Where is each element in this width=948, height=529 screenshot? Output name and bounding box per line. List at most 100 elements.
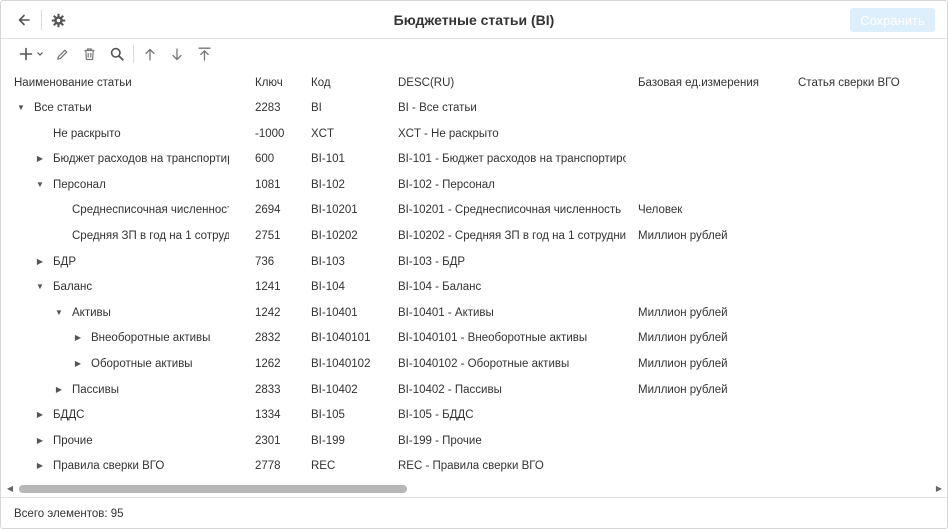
tree-expand-icon[interactable]: ▶ [35, 256, 45, 268]
row-desc: BI-101 - Бюджет расходов на транспортиро [398, 153, 626, 166]
add-button[interactable] [17, 44, 45, 64]
tree-expand-icon[interactable]: ▶ [35, 153, 45, 165]
tree-expand-icon[interactable]: ▶ [35, 409, 45, 421]
column-header-desc[interactable]: DESC(RU) [398, 77, 454, 89]
row-key: 1081 [255, 178, 281, 191]
column-header-key[interactable]: Ключ [255, 77, 283, 89]
row-unit: Миллион рублей [638, 306, 728, 319]
save-button[interactable]: Сохранить [850, 8, 935, 32]
table-row[interactable]: Средняя ЗП в год на 1 сотрудн 2751 BI-1020… [1, 224, 947, 249]
row-desc: BI-103 - БДР [398, 255, 466, 268]
column-header-vgo[interactable]: Статья сверки ВГО [798, 77, 900, 89]
table-row[interactable]: ▶ БДР 736 BI-103 BI-103 - БДР [1, 250, 947, 275]
arrow-up-icon [145, 48, 155, 61]
row-desc: BI-1040102 - Оборотные активы [398, 358, 570, 370]
table-row[interactable]: ▼ Баланс 1241 BI-104 BI-104 - Баланс [1, 275, 947, 300]
toolbar-divider [133, 45, 134, 63]
scroll-left-icon[interactable]: ◀ [5, 484, 15, 494]
row-code: XCT [311, 127, 334, 140]
table-row[interactable]: ▶ Оборотные активы 1262 BI-1040102 BI-104010… [1, 352, 947, 377]
page-title: Бюджетные статьи (BI) [393, 12, 555, 28]
tree-table-body: ▼ Все статьи 2283 BI BI - Все статьи Не раскр… [1, 96, 947, 480]
row-name: Правила сверки ВГО [53, 460, 165, 473]
table-row[interactable]: ▶ Прочие 2301 BI-199 BI-199 - Прочие [1, 429, 947, 454]
table-row[interactable]: ▼ Все статьи 2283 BI BI - Все статьи [1, 96, 947, 121]
row-code: BI-1040102 [311, 358, 371, 370]
row-key: 736 [255, 255, 275, 268]
move-to-top-icon [197, 47, 211, 61]
window-frame: Бюджетные статьи (BI) Сохранить Наименов… [0, 0, 948, 529]
column-header-unit[interactable]: Базовая ед.измерения [638, 77, 759, 89]
table-row[interactable]: ▶ Внеоборотные активы 2832 BI-1040101 BI-104… [1, 326, 947, 351]
move-to-top-button[interactable] [195, 44, 213, 64]
row-name: Баланс [53, 281, 93, 294]
row-name: Пассивы [72, 383, 119, 396]
column-header-name[interactable]: Наименование статьи [14, 77, 132, 89]
scroll-right-icon[interactable]: ▶ [934, 484, 944, 494]
tree-collapse-icon[interactable]: ▼ [54, 307, 64, 319]
tree-expand-icon[interactable]: ▶ [54, 384, 64, 396]
edit-button[interactable] [53, 44, 71, 64]
row-desc: BI-102 - Персонал [398, 178, 495, 191]
row-code: BI-10201 [311, 204, 358, 217]
row-unit: Миллион рублей [638, 332, 728, 345]
table-row[interactable]: ▶ Правила сверки ВГО 2778 REC REC - Правила … [1, 454, 947, 479]
row-key: 2833 [255, 383, 281, 396]
table-row[interactable]: ▼ Персонал 1081 BI-102 BI-102 - Персонал [1, 173, 947, 198]
row-name: БДР [53, 255, 77, 268]
pencil-icon [56, 49, 67, 60]
move-down-button[interactable] [168, 44, 186, 64]
row-code: BI-1040101 [311, 332, 371, 345]
table-row[interactable]: ▶ Бюджет расходов на транспортир 600 BI-101… [1, 147, 947, 172]
row-code: BI-10401 [311, 306, 358, 319]
row-key: -1000 [255, 127, 285, 140]
table-row[interactable]: ▶ БДДС 1334 BI-105 BI-105 - БДДС [1, 403, 947, 428]
row-desc: BI-10401 - Активы [398, 306, 494, 319]
table-row[interactable]: Не раскрыто -1000 XCT XCT - Не раскрыто [1, 122, 947, 147]
table-row[interactable]: ▶ Пассивы 2833 BI-10402 BI-10402 - Пассивы Ми… [1, 378, 947, 403]
tree-collapse-icon[interactable]: ▼ [35, 281, 45, 293]
row-key: 2751 [255, 230, 281, 242]
row-name: БДДС [53, 409, 85, 422]
table-row[interactable]: ▼ Активы 1242 BI-10401 BI-10401 - Активы Милл… [1, 301, 947, 326]
row-key: 1242 [255, 306, 281, 319]
row-key: 1241 [255, 281, 281, 294]
header-bar: Бюджетные статьи (BI) Сохранить [1, 1, 947, 39]
delete-button[interactable] [80, 44, 98, 64]
row-desc: XCT - Не раскрыто [398, 127, 499, 140]
search-button[interactable] [108, 44, 126, 64]
tree-collapse-icon[interactable]: ▼ [16, 102, 26, 114]
tree-expand-icon[interactable]: ▶ [35, 435, 45, 447]
row-key: 2301 [255, 434, 281, 447]
row-key: 1334 [255, 409, 281, 422]
row-unit: Миллион рублей [638, 383, 728, 396]
row-desc: BI-10201 - Среднесписочная численность [398, 204, 622, 217]
horizontal-scrollbar[interactable]: ◀ ▶ [1, 482, 947, 496]
footer: Всего элементов: 95 [1, 497, 947, 528]
row-code: BI-105 [311, 409, 345, 422]
table-row[interactable]: Среднесписочная численност 2694 BI-10201 BI… [1, 198, 947, 223]
row-desc: BI - Все статьи [398, 102, 477, 114]
row-name: Среднесписочная численност [72, 204, 229, 217]
row-code: BI-199 [311, 434, 345, 447]
scrollbar-track[interactable] [17, 485, 929, 493]
scrollbar-thumb[interactable] [19, 485, 407, 493]
tree-expand-icon[interactable]: ▶ [73, 332, 83, 344]
row-key: 2832 [255, 332, 281, 345]
plus-icon [19, 47, 32, 61]
row-key: 2778 [255, 460, 281, 473]
tree-expand-icon[interactable]: ▶ [73, 358, 83, 370]
row-code: BI-10202 [311, 230, 358, 242]
table-header: Наименование статьи Ключ Код DESC(RU) Ба… [1, 71, 947, 95]
toolbar [1, 40, 947, 68]
tree-expand-icon[interactable]: ▶ [35, 460, 45, 472]
row-desc: REC - Правила сверки ВГО [398, 460, 544, 473]
row-desc: BI-199 - Прочие [398, 434, 482, 447]
dropdown-caret-icon [36, 52, 43, 56]
total-count: Всего элементов: 95 [14, 508, 124, 520]
trash-icon [84, 48, 94, 61]
move-up-button[interactable] [141, 44, 159, 64]
row-key: 600 [255, 153, 275, 166]
column-header-code[interactable]: Код [311, 77, 331, 89]
tree-collapse-icon[interactable]: ▼ [35, 179, 45, 191]
